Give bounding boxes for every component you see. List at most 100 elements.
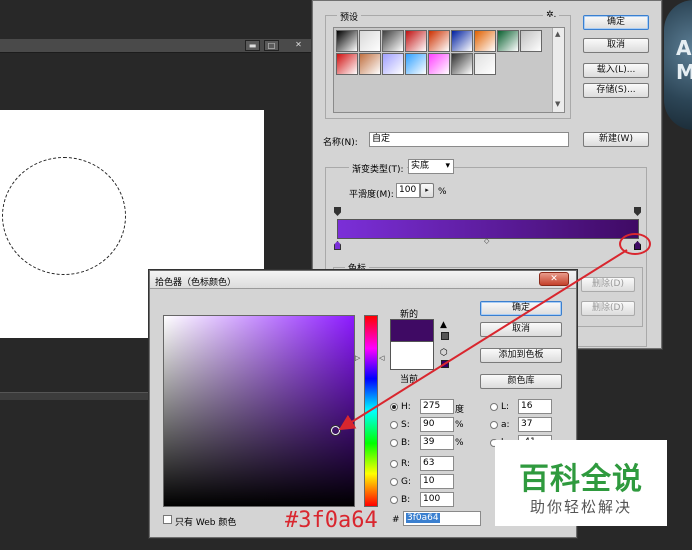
scroll-up-icon[interactable]: ▲: [555, 30, 560, 38]
smoothness-unit: %: [438, 187, 447, 197]
gradient-type-select[interactable]: 实底 ▾: [408, 159, 454, 174]
minimize-button[interactable]: ▬: [245, 40, 260, 51]
g-label: G:: [401, 477, 412, 487]
new-color-swatch: [390, 319, 434, 342]
gradient-preset-swatch[interactable]: [428, 53, 450, 75]
b-label: B:: [401, 438, 411, 448]
watermark: 百科全说 助你轻松解决: [495, 440, 667, 526]
current-color-label: 当前: [400, 375, 419, 385]
gradient-preset-swatch[interactable]: [497, 30, 519, 52]
cancel-button[interactable]: 取消: [583, 38, 649, 53]
gradient-preset-swatch[interactable]: [336, 53, 358, 75]
gradient-preset-swatch[interactable]: [405, 53, 427, 75]
l-radio[interactable]: [490, 403, 498, 411]
b-radio[interactable]: [390, 439, 398, 447]
r-input[interactable]: 63: [420, 456, 454, 471]
gradient-preset-swatch[interactable]: [451, 30, 473, 52]
h-input[interactable]: 275: [420, 399, 454, 414]
gradient-preset-swatch[interactable]: [474, 53, 496, 75]
h-radio[interactable]: [390, 403, 398, 411]
gradient-preset-swatch[interactable]: [474, 30, 496, 52]
midpoint-diamond[interactable]: ◇: [484, 237, 489, 245]
panel-divider: [0, 392, 148, 400]
r-radio[interactable]: [390, 460, 398, 468]
emblem-letters: A M: [676, 36, 692, 84]
gradient-preset-swatch[interactable]: [428, 30, 450, 52]
preset-swatches: [333, 27, 565, 113]
ok-button[interactable]: 确定: [583, 15, 649, 30]
gradient-preset-swatch[interactable]: [359, 53, 381, 75]
hex-input[interactable]: 3f0a64: [403, 511, 481, 526]
current-color-swatch[interactable]: [390, 342, 434, 370]
gear-icon[interactable]: ✲.: [543, 10, 560, 20]
web-safe-swatch[interactable]: [441, 360, 449, 368]
delete-color-button[interactable]: 删除(D): [581, 301, 635, 316]
maximize-button[interactable]: □: [264, 40, 279, 51]
gradient-type-value: 实底: [411, 161, 430, 171]
s-label: S:: [401, 420, 410, 430]
picker-cancel-button[interactable]: 取消: [480, 322, 562, 337]
s-unit: %: [455, 420, 464, 430]
s-input[interactable]: 90: [420, 417, 454, 432]
a-label: a:: [501, 420, 510, 430]
logo-emblem: A M: [664, 0, 692, 130]
presets-label: 预设: [337, 10, 362, 23]
gradient-preset-swatch[interactable]: [520, 30, 542, 52]
save-button[interactable]: 存储(S)...: [583, 83, 649, 98]
load-button[interactable]: 载入(L)...: [583, 63, 649, 78]
highlight-circle: [619, 233, 651, 255]
gradient-preset-swatch[interactable]: [382, 30, 404, 52]
s-radio[interactable]: [390, 421, 398, 429]
web-safe-cube-icon[interactable]: ⬡: [440, 348, 448, 358]
color-libraries-button[interactable]: 颜色库: [480, 374, 562, 389]
gradient-preset-swatch[interactable]: [336, 30, 358, 52]
presets-scrollbar[interactable]: ▲ ▼: [552, 28, 564, 112]
web-only-checkbox[interactable]: [163, 515, 172, 524]
b-unit: %: [455, 438, 464, 448]
blue-label: B:: [401, 495, 411, 505]
smoothness-input[interactable]: 100: [396, 183, 420, 198]
hex-value: 3f0a64: [406, 513, 440, 523]
add-to-swatches-button[interactable]: 添加到色板: [480, 348, 562, 363]
blue-input[interactable]: 100: [420, 492, 454, 507]
a-input[interactable]: 37: [518, 417, 552, 432]
picker-ok-button[interactable]: 确定: [480, 301, 562, 316]
picker-titlebar: 拾色器（色标颜色） ✕: [150, 271, 576, 289]
smoothness-stepper[interactable]: ▸: [420, 183, 434, 198]
g-input[interactable]: 10: [420, 474, 454, 489]
h-label: H:: [401, 402, 411, 412]
h-unit: 度: [455, 405, 465, 415]
watermark-main: 百科全说: [519, 462, 643, 497]
close-icon[interactable]: ✕: [539, 272, 569, 286]
hue-slider-left-icon[interactable]: ▷: [355, 354, 360, 362]
field-cursor[interactable]: [331, 426, 340, 435]
gradient-preset-swatch[interactable]: [451, 53, 473, 75]
watermark-sub: 助你轻松解决: [529, 498, 632, 516]
smoothness-label: 平滑度(M):: [349, 190, 394, 200]
delete-opacity-button[interactable]: 删除(D): [581, 277, 635, 292]
a-radio[interactable]: [490, 421, 498, 429]
gradient-preview-bar[interactable]: [337, 219, 639, 239]
hue-slider-right-icon[interactable]: ◁: [379, 354, 384, 362]
saturation-brightness-field[interactable]: [163, 315, 355, 507]
gamut-warning-icon[interactable]: ▲: [440, 320, 447, 330]
hex-caption: #3f0a64: [285, 508, 378, 533]
new-button[interactable]: 新建(W): [583, 132, 649, 147]
l-input[interactable]: 16: [518, 399, 552, 414]
picker-title: 拾色器（色标颜色）: [155, 278, 237, 288]
b-input[interactable]: 39: [420, 435, 454, 450]
swatch-row: [336, 53, 496, 75]
scroll-down-icon[interactable]: ▼: [555, 100, 560, 108]
blue-radio[interactable]: [390, 496, 398, 504]
close-window-button[interactable]: ✕: [291, 40, 306, 51]
g-radio[interactable]: [390, 478, 398, 486]
hex-prefix: #: [392, 515, 400, 525]
gradient-preset-swatch[interactable]: [359, 30, 381, 52]
gamut-swatch[interactable]: [441, 332, 449, 340]
name-input[interactable]: 自定: [369, 132, 569, 147]
web-only-label: 只有 Web 颜色: [175, 518, 237, 528]
hue-slider[interactable]: [364, 315, 378, 507]
r-label: R:: [401, 459, 411, 469]
gradient-preset-swatch[interactable]: [405, 30, 427, 52]
gradient-preset-swatch[interactable]: [382, 53, 404, 75]
